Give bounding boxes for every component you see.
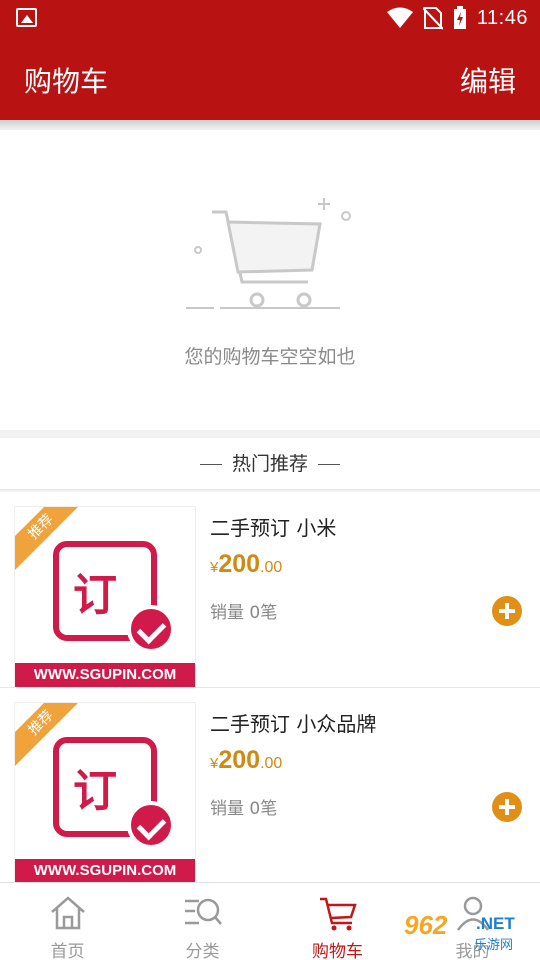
divider <box>199 464 222 465</box>
price-decimal: .00 <box>260 559 283 576</box>
watermark-number: 962 <box>404 910 448 940</box>
tab-home[interactable]: 首页 <box>0 883 135 960</box>
product-item[interactable]: 订 WWW.SGUPIN.COM 推荐 二手预订 小米 ¥200.00 销量 0… <box>0 492 540 688</box>
product-name[interactable]: 二手预订 小米 <box>210 512 336 541</box>
watermark-net: .NET <box>476 914 515 933</box>
watermark-site-name: 乐游网 <box>474 938 514 953</box>
thumb-char: 订 <box>73 766 117 817</box>
price-decimal: .00 <box>260 755 283 772</box>
product-item[interactable]: 订 WWW.SGUPIN.COM 推荐 二手预订 小众品牌 ¥200.00 销量… <box>0 688 540 884</box>
thumb-url-text: WWW.SGUPIN.COM <box>15 663 195 687</box>
app-header: 购物车 编辑 <box>0 36 540 120</box>
recommend-title: 热门推荐 <box>231 453 308 475</box>
clock: 11:46 <box>476 6 528 29</box>
page-title: 购物车 <box>24 65 109 98</box>
check-icon <box>127 605 175 653</box>
tab-label: 购物车 <box>312 942 363 960</box>
tab-category[interactable]: 分类 <box>135 883 270 960</box>
battery-charging-icon <box>453 6 466 29</box>
empty-cart-panel: 您的购物车空空如也 <box>0 130 540 430</box>
recommend-header: 热门推荐 <box>0 438 540 490</box>
home-icon <box>50 896 85 930</box>
thumb-url-text: WWW.SGUPIN.COM <box>15 859 195 883</box>
status-icons: 11:46 <box>386 4 528 32</box>
category-search-icon <box>184 898 222 925</box>
image-notification-icon <box>16 8 37 27</box>
sales-count: 销量 0笔 <box>210 603 278 623</box>
price-integer: 200 <box>218 550 261 578</box>
no-sim-icon <box>422 7 443 30</box>
product-price: ¥200.00 <box>210 550 282 579</box>
header-shadow <box>0 120 540 130</box>
add-to-cart-icon[interactable] <box>492 596 522 626</box>
product-price: ¥200.00 <box>210 746 282 775</box>
cart-icon <box>319 897 357 931</box>
edit-button[interactable]: 编辑 <box>460 60 516 100</box>
empty-cart-icon <box>186 198 351 309</box>
check-icon <box>127 801 175 849</box>
product-thumbnail[interactable]: 订 WWW.SGUPIN.COM 推荐 <box>14 506 196 688</box>
tab-label: 首页 <box>50 942 85 960</box>
tab-label: 分类 <box>185 942 220 960</box>
price-integer: 200 <box>218 746 261 774</box>
tab-cart[interactable]: 购物车 <box>270 883 405 960</box>
product-name[interactable]: 二手预订 小众品牌 <box>210 708 376 737</box>
divider <box>318 464 340 465</box>
thumb-char: 订 <box>73 570 117 621</box>
product-thumbnail[interactable]: 订 WWW.SGUPIN.COM 推荐 <box>14 702 196 884</box>
status-bar: 11:46 <box>0 0 540 36</box>
sales-count: 销量 0笔 <box>210 799 278 819</box>
wifi-icon <box>386 7 413 28</box>
add-to-cart-icon[interactable] <box>492 792 522 822</box>
site-watermark: 962 .NET 乐游网 <box>400 910 536 954</box>
empty-cart-message: 您的购物车空空如也 <box>184 346 356 368</box>
